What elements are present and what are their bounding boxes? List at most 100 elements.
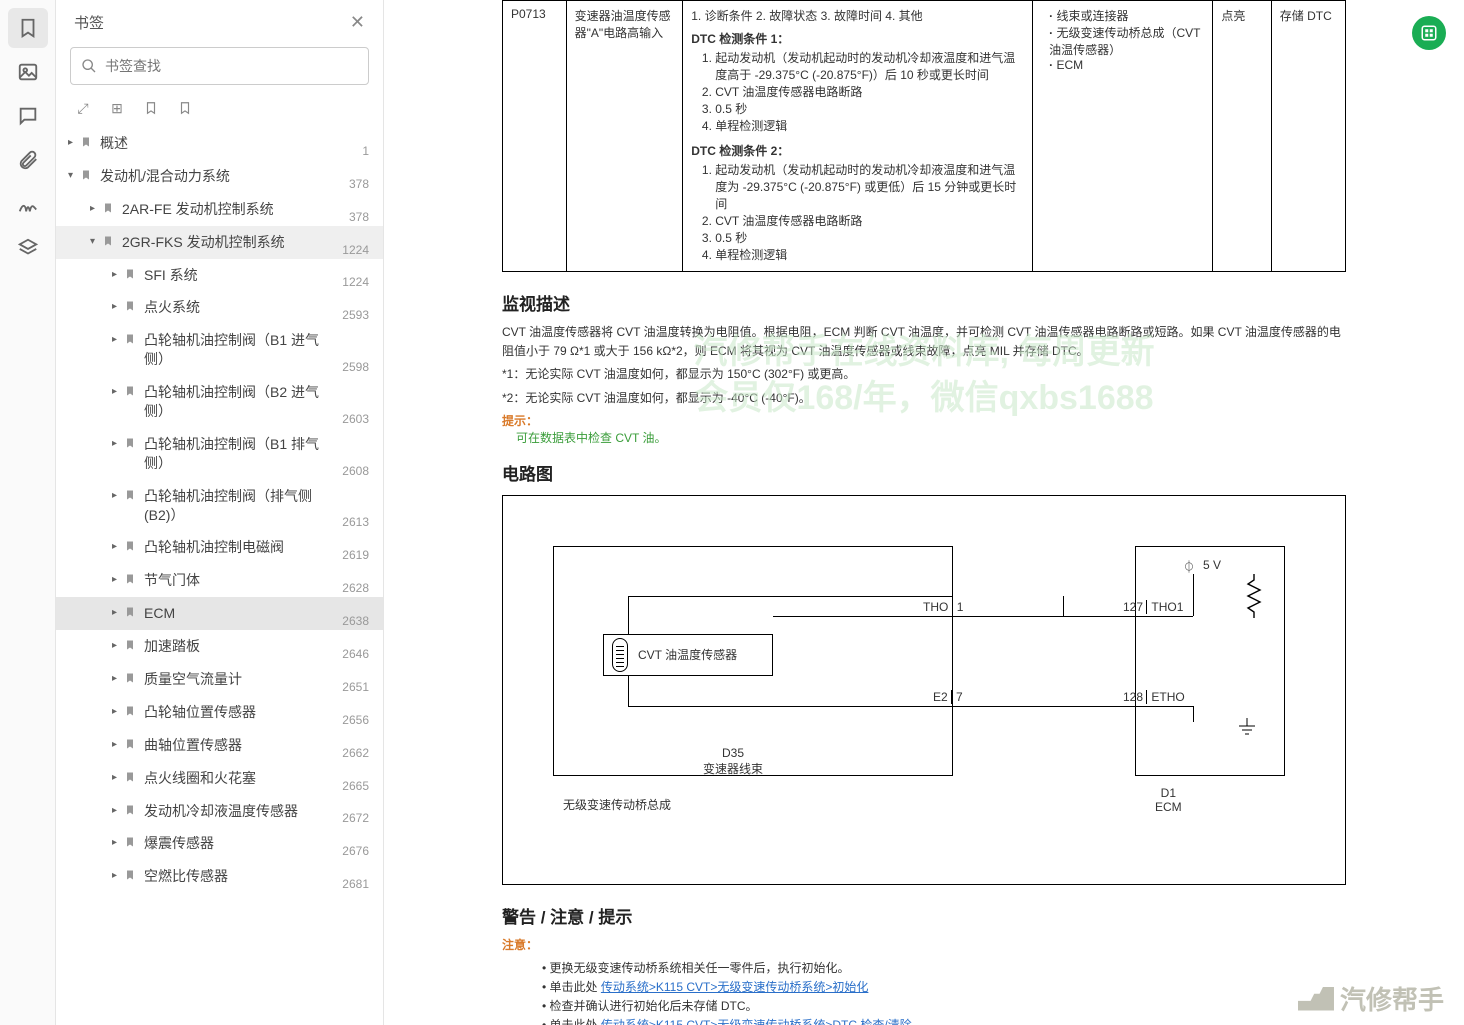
- caret-icon[interactable]: ▸: [112, 640, 124, 651]
- bookmark-icon: [124, 299, 138, 315]
- attachment-icon[interactable]: [8, 140, 48, 180]
- caret-icon[interactable]: ▸: [112, 805, 124, 816]
- section-monitor-title: 监视描述: [502, 290, 1346, 315]
- bookmark-icon: [124, 488, 138, 504]
- bookmark-label: 凸轮轴机油控制阀（B1 排气侧）: [144, 435, 365, 473]
- caret-icon[interactable]: ▸: [112, 772, 124, 783]
- bookmark-label: 点火线圈和火花塞: [144, 769, 365, 788]
- bookmark-item[interactable]: ▸空燃比传感器2681: [56, 860, 383, 893]
- bookmark-icon: [124, 638, 138, 654]
- bookmark-label: 加速踏板: [144, 637, 365, 656]
- bookmark-item[interactable]: ▸凸轮轴机油控制阀（B1 排气侧）2608: [56, 428, 383, 480]
- bookmark-item[interactable]: ▾发动机/混合动力系统378: [56, 160, 383, 193]
- caret-icon[interactable]: ▸: [112, 673, 124, 684]
- note-link[interactable]: 传动系统>K115 CVT>无级变速传动桥系统>初始化: [601, 980, 869, 994]
- bookmark-page: 2656: [342, 713, 369, 727]
- bookmark-icon: [102, 201, 116, 217]
- bookmark-item[interactable]: ▸ECM2638: [56, 597, 383, 630]
- signature-icon[interactable]: [8, 184, 48, 224]
- bookmark-item[interactable]: ▸质量空气流量计2651: [56, 663, 383, 696]
- bookmark-item[interactable]: ▸点火系统2593: [56, 291, 383, 324]
- bookmark-page: 2598: [342, 360, 369, 374]
- search-field[interactable]: [105, 58, 358, 74]
- bookmark-outline-icon[interactable]: [176, 99, 194, 117]
- caret-icon[interactable]: ▸: [112, 574, 124, 585]
- bookmark-mini-toolbar: ⤢ ⊞: [56, 95, 383, 127]
- bookmark-label: 凸轮轴机油控制电磁阀: [144, 538, 365, 557]
- bookmark-tree[interactable]: ▸概述1▾发动机/混合动力系统378▸2AR-FE 发动机控制系统378▾2GR…: [56, 127, 383, 1025]
- bookmark-item[interactable]: ▸凸轮轴机油控制阀（排气侧 (B2)）2613: [56, 480, 383, 532]
- expand-all-icon[interactable]: ⤢: [74, 99, 92, 117]
- bookmark-icon: [124, 605, 138, 621]
- caret-icon[interactable]: ▸: [68, 137, 80, 148]
- bookmark-item[interactable]: ▸凸轮轴机油控制电磁阀2619: [56, 531, 383, 564]
- bookmark-item[interactable]: ▸点火线圈和火花塞2665: [56, 762, 383, 795]
- bookmark-item[interactable]: ▸SFI 系统1224: [56, 259, 383, 292]
- image-icon[interactable]: [8, 52, 48, 92]
- bookmark-label: 概述: [100, 134, 365, 153]
- left-toolbar: [0, 0, 56, 1025]
- bookmark-icon: [124, 267, 138, 283]
- bookmark-icon: [124, 704, 138, 720]
- caret-icon[interactable]: ▸: [112, 490, 124, 501]
- close-icon[interactable]: ✕: [350, 12, 365, 33]
- dtc-table: P0713 变速器油温度传感器"A"电路高输入 1. 诊断条件 2. 故障状态 …: [502, 0, 1346, 272]
- bookmark-item[interactable]: ▸概述1: [56, 127, 383, 160]
- bookmark-page: 2651: [342, 680, 369, 694]
- dtc-mil: 点亮: [1213, 1, 1271, 272]
- note-item: 单击此处 传动系统>K115 CVT>无级变速传动桥系统>DTC 检查/清除: [542, 1016, 1346, 1025]
- caret-icon[interactable]: ▸: [112, 739, 124, 750]
- bookmark-icon: [102, 234, 116, 250]
- bookmark-item[interactable]: ▸爆震传感器2676: [56, 827, 383, 860]
- bookmark-item[interactable]: ▾2GR-FKS 发动机控制系统1224: [56, 226, 383, 259]
- bookmark-label: 2AR-FE 发动机控制系统: [122, 200, 365, 219]
- bookmark-item[interactable]: ▸节气门体2628: [56, 564, 383, 597]
- bookmark-item[interactable]: ▸ 2AR-FE 发动机控制系统378: [56, 193, 383, 226]
- bookmark-item[interactable]: ▸ 加速踏板2646: [56, 630, 383, 663]
- caret-icon[interactable]: ▸: [112, 438, 124, 449]
- bookmark-page: 378: [349, 210, 369, 224]
- bookmark-item[interactable]: ▸凸轮轴机油控制阀（B1 进气侧）2598: [56, 324, 383, 376]
- caret-icon[interactable]: ▸: [112, 870, 124, 881]
- bookmark-item[interactable]: ▸凸轮轴机油控制阀（B2 进气侧）2603: [56, 376, 383, 428]
- floating-action-button[interactable]: [1412, 16, 1446, 50]
- bookmark-icon: [124, 803, 138, 819]
- bookmark-label: 2GR-FKS 发动机控制系统: [122, 233, 365, 252]
- caret-icon[interactable]: ▸: [112, 301, 124, 312]
- caret-icon[interactable]: ▸: [112, 706, 124, 717]
- sidebar-title: 书签: [74, 12, 104, 33]
- bookmark-item[interactable]: ▸发动机冷却液温度传感器2672: [56, 795, 383, 828]
- caret-icon[interactable]: ▸: [112, 269, 124, 280]
- document-viewport[interactable]: 汽修帮手在线资料库, 每周更新 会员仅168/年，微信qxbs1688 P071…: [384, 0, 1464, 1025]
- bookmark-item[interactable]: ▸ 凸轮轴位置传感器2656: [56, 696, 383, 729]
- caret-icon[interactable]: ▸: [112, 607, 124, 618]
- bookmark-page: 2646: [342, 647, 369, 661]
- dtc-code: P0713: [503, 1, 567, 272]
- caret-icon[interactable]: ▸: [112, 334, 124, 345]
- caret-icon[interactable]: ▸: [112, 837, 124, 848]
- bookmark-label: 发动机/混合动力系统: [100, 167, 365, 186]
- bookmark-label: ECM: [144, 604, 365, 623]
- note-link[interactable]: 传动系统>K115 CVT>无级变速传动桥系统>DTC 检查/清除: [601, 1018, 912, 1025]
- bookmark-search-input[interactable]: [70, 47, 369, 85]
- bookmark-page: 2681: [342, 877, 369, 891]
- bookmark-icon[interactable]: [142, 99, 160, 117]
- caret-icon[interactable]: ▸: [112, 541, 124, 552]
- note-item: 检查并确认进行初始化后未存储 DTC。: [542, 997, 1346, 1014]
- bookmark-item[interactable]: ▸曲轴位置传感器2662: [56, 729, 383, 762]
- bookmark-icon: [124, 671, 138, 687]
- layers-icon[interactable]: [8, 228, 48, 268]
- add-bookmark-icon[interactable]: ⊞: [108, 99, 126, 117]
- comment-icon[interactable]: [8, 96, 48, 136]
- caret-icon[interactable]: ▸: [90, 203, 102, 214]
- caret-icon[interactable]: ▾: [90, 236, 102, 247]
- bookmark-page: 2603: [342, 412, 369, 426]
- bookmark-label: 曲轴位置传感器: [144, 736, 365, 755]
- caret-icon[interactable]: ▸: [112, 386, 124, 397]
- bookmark-tab-icon[interactable]: [8, 8, 48, 48]
- bookmark-icon: [124, 835, 138, 851]
- caret-icon[interactable]: ▾: [68, 170, 80, 181]
- circuit-diagram: CVT 油温度传感器 THO 1 E2 7: [502, 495, 1346, 885]
- bookmark-label: 凸轮轴位置传感器: [144, 703, 365, 722]
- bookmark-label: SFI 系统: [144, 266, 365, 285]
